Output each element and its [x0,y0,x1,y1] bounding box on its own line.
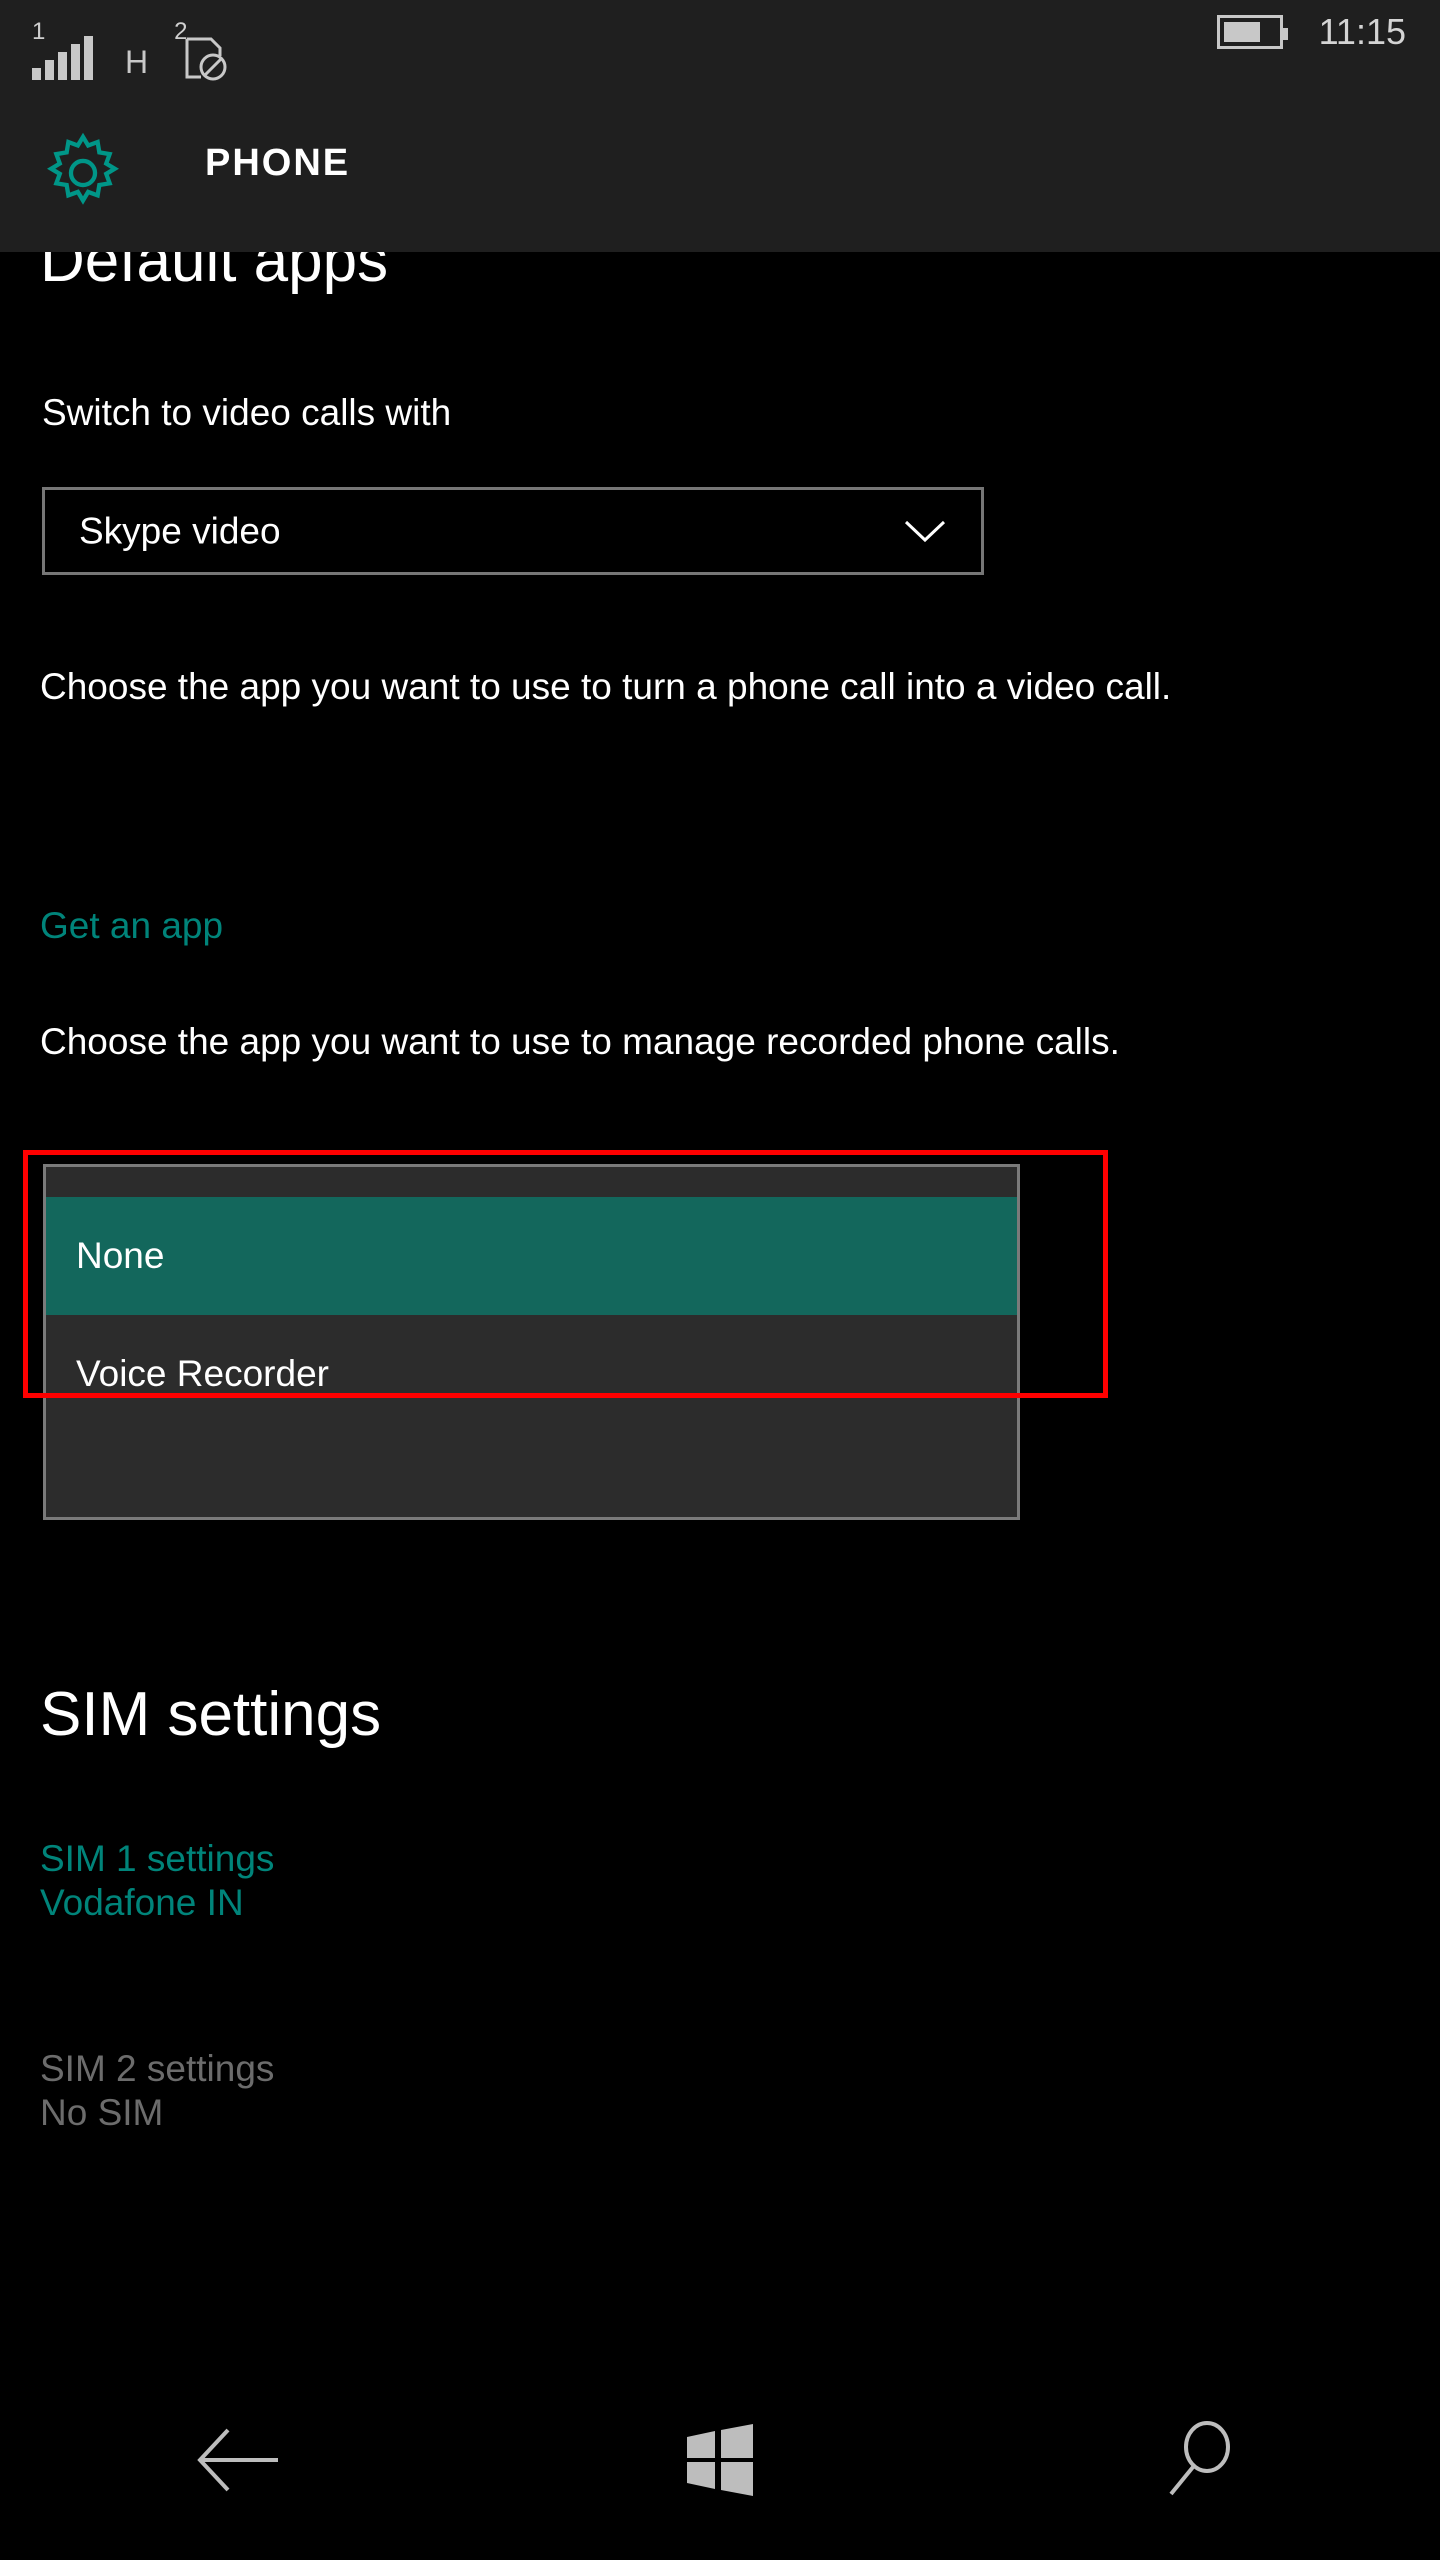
back-arrow-icon [197,2428,278,2492]
default-apps-heading: Default apps [40,252,389,295]
video-call-app-select[interactable]: Skype video [42,487,984,575]
status-bar-right-cluster: 11:15 [1216,11,1406,52]
page-title: PHONE [205,142,351,184]
signal-bars-glyph [32,36,93,80]
signal-bars-icon: 1 [32,20,93,80]
system-navigation-bar [0,2360,1440,2560]
sim1-index-label: 1 [32,18,46,45]
call-recording-description: Choose the app you want to use to manage… [40,1021,1120,1062]
settings-content: Default apps Switch to video calls with … [0,252,1440,2360]
sim-card-glyph [185,37,227,81]
sim-1-carrier-label: Vodafone IN [40,1881,244,1923]
sim-2-status-label: No SIM [40,2091,164,2133]
battery-icon [1216,15,1288,49]
video-call-app-select-value: Skype video [79,510,281,552]
dropdown-option-none[interactable]: None [46,1197,1017,1315]
sim-settings-heading: SIM settings [40,1680,382,1749]
back-button[interactable] [130,2390,350,2530]
app-header: PHONE [0,92,1440,252]
windows-logo-icon [687,2424,753,2496]
sim-1-settings-item[interactable]: SIM 1 settings Vodafone IN [40,1837,274,1924]
dropdown-top-spacer [46,1167,1017,1197]
network-type-label: H [125,44,149,80]
clock-label: 11:15 [1318,11,1406,52]
sim-1-settings-label: SIM 1 settings [40,1838,275,1879]
status-bar-left-cluster: 1 H 2 [32,10,234,81]
gear-icon [47,132,119,205]
home-button[interactable] [610,2390,830,2530]
sim-2-settings-item: SIM 2 settings No SIM [40,2047,274,2134]
video-call-label: Switch to video calls with [42,392,452,433]
search-button[interactable] [1090,2390,1310,2530]
sim-2-settings-label: SIM 2 settings [40,2048,275,2089]
video-call-description: Choose the app you want to use to turn a… [40,666,1172,707]
get-an-app-link[interactable]: Get an app [40,907,223,944]
sim-card-disabled-icon: 2 [174,20,234,81]
search-icon [1169,2421,1230,2496]
chevron-down-icon [904,520,946,543]
dropdown-option-voice-recorder[interactable]: Voice Recorder [46,1315,1017,1433]
battery-fill [1223,22,1260,42]
dropdown-bottom-spacer [46,1433,1017,1517]
status-bar: 1 H 2 11:15 [0,0,1440,92]
call-recording-app-dropdown[interactable]: None Voice Recorder [43,1164,1020,1520]
